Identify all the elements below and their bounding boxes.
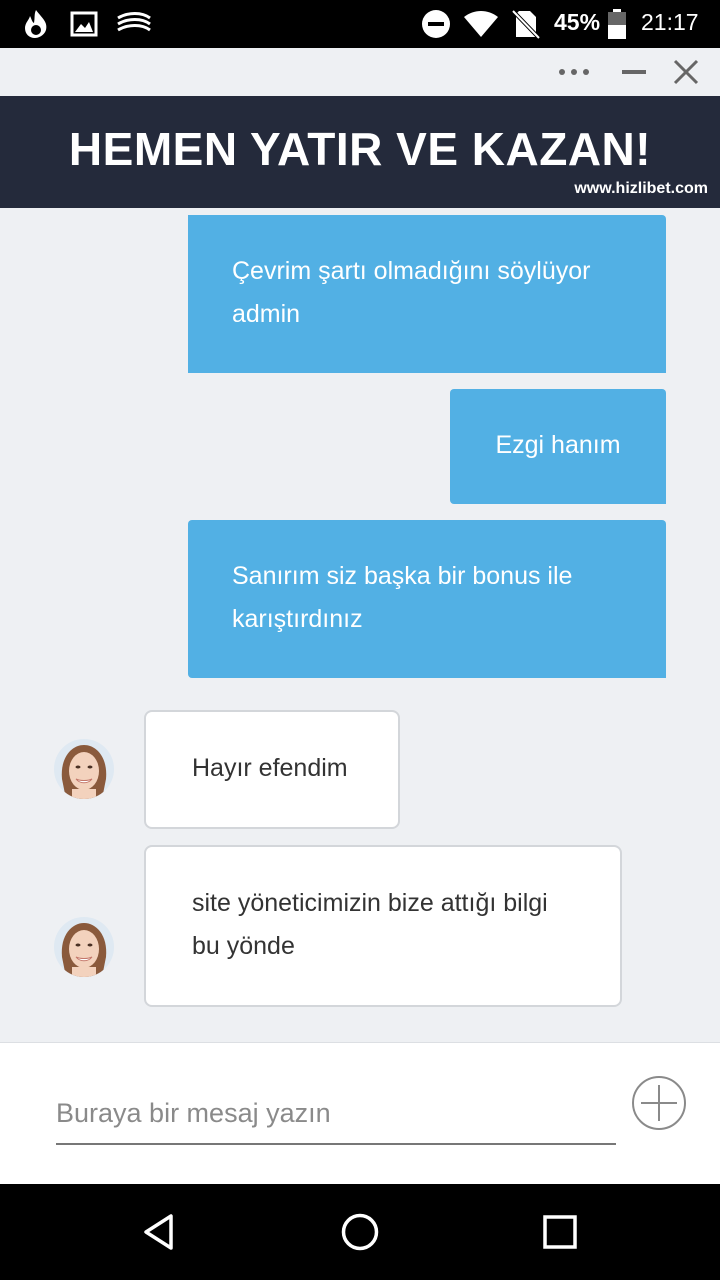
more-icon[interactable] — [556, 56, 592, 88]
battery-percent: 45% — [554, 9, 601, 35]
back-icon[interactable] — [136, 1208, 184, 1256]
clock: 21:17 — [641, 9, 699, 35]
message-bubble-outgoing: Çevrim şartı olmadığını söylüyor admin — [188, 215, 666, 373]
message-input[interactable] — [56, 1083, 616, 1145]
message-bubble-outgoing: Ezgi hanım — [450, 389, 666, 504]
no-sim-icon — [510, 8, 542, 40]
message-bubble-incoming: site yöneticimizin bize attığı bilgi bu … — [144, 845, 622, 1007]
banner-title: HEMEN YATIR VE KAZAN! — [68, 123, 652, 175]
message-text: Ezgi hanım — [495, 431, 621, 459]
image-icon — [68, 8, 100, 40]
agent-avatar — [54, 739, 114, 799]
message-text: site yöneticimizin bize attığı bilgi bu … — [192, 889, 548, 960]
battery-icon — [606, 8, 628, 40]
message-text: Çevrim şartı olmadığını söylüyor admin — [232, 257, 591, 328]
message-text: Hayır efendim — [192, 754, 348, 782]
promo-banner[interactable]: HEMEN YATIR VE KAZAN! www.hizlibet.com — [0, 96, 720, 208]
message-bubble-outgoing: Sanırım siz başka bir bonus ile karıştır… — [188, 520, 666, 678]
wifi-icon — [462, 8, 500, 40]
add-icon[interactable] — [631, 1075, 687, 1131]
composer — [0, 1042, 720, 1184]
message-bubble-incoming: Hayır efendim — [144, 710, 400, 829]
message-text: Sanırım siz başka bir bonus ile karıştır… — [232, 562, 573, 633]
system-nav-bar — [0, 1184, 720, 1280]
recents-icon[interactable] — [536, 1208, 584, 1256]
status-bar: 45% 21:17 — [0, 0, 720, 48]
message-list[interactable]: Çevrim şartı olmadığını söylüyor admin E… — [0, 208, 720, 1042]
agent-avatar — [54, 917, 114, 977]
flame-icon — [20, 8, 52, 40]
chat-window-bar — [0, 48, 720, 96]
do-not-disturb-icon — [420, 8, 452, 40]
swiftkey-icon — [114, 8, 154, 40]
banner-url: www.hizlibet.com — [574, 180, 708, 197]
home-icon[interactable] — [336, 1208, 384, 1256]
close-icon[interactable] — [668, 56, 704, 88]
minimize-icon[interactable] — [616, 56, 652, 88]
